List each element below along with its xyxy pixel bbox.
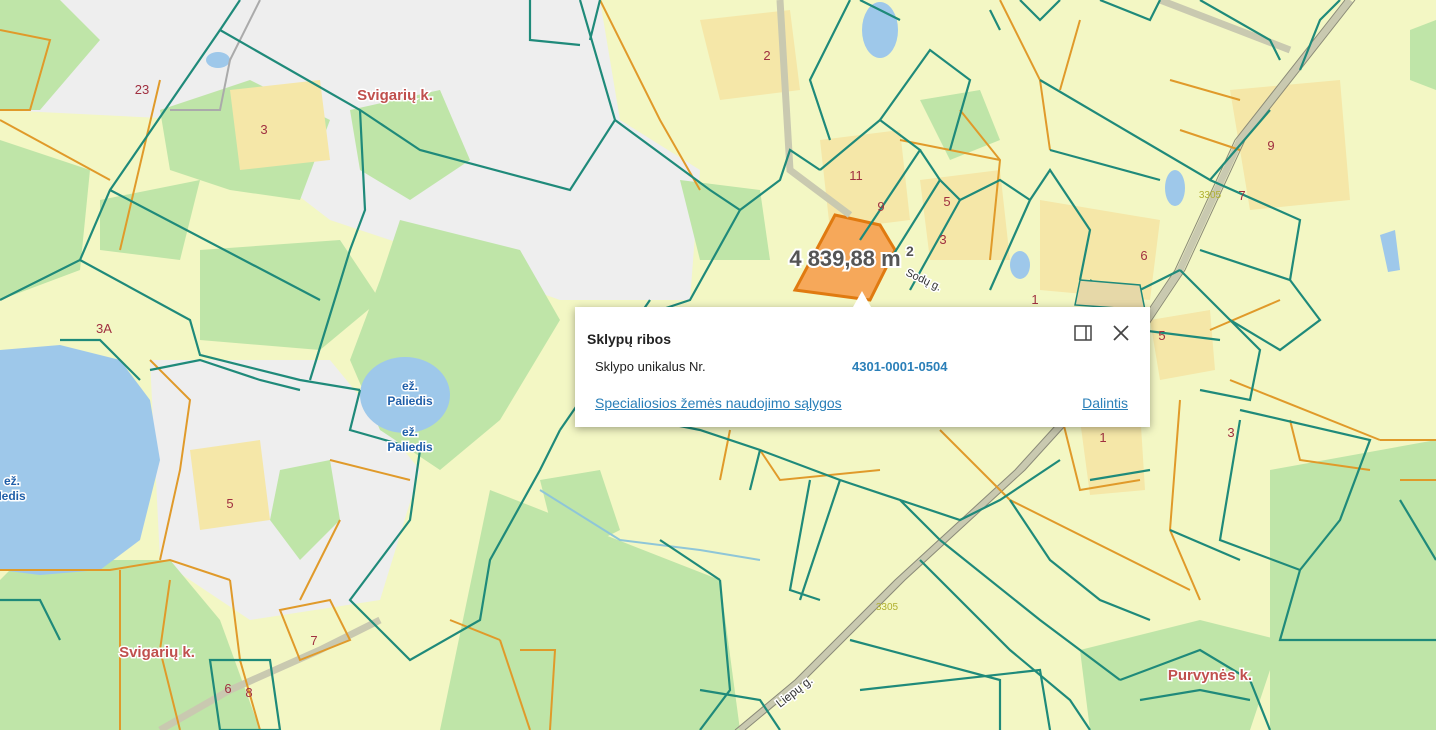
house-number: 6 xyxy=(1140,248,1147,263)
house-number: 3 xyxy=(939,232,946,247)
village-label: Svigarių k. xyxy=(119,644,195,661)
house-number: 3 xyxy=(1227,425,1234,440)
house-number: 7 xyxy=(310,633,317,648)
house-number: 9 xyxy=(877,199,884,214)
lake-label-line1: ež. xyxy=(4,474,20,488)
house-number: 11 xyxy=(849,168,863,183)
house-number: 23 xyxy=(135,82,149,97)
area-label: 4 839,88 m xyxy=(789,246,900,271)
special-land-use-link[interactable]: Specialiosios žemės naudojimo sąlygos xyxy=(595,395,842,411)
dock-panel-icon[interactable] xyxy=(1073,323,1093,343)
area-unit-superscript: 2 xyxy=(906,243,914,259)
hatched-parcel[interactable] xyxy=(1074,279,1146,311)
lake-label-line1: ež. xyxy=(402,379,418,393)
house-number: 1 xyxy=(1099,430,1106,445)
parcel-id-value: 4301-0001-0504 xyxy=(852,359,948,374)
close-icon[interactable] xyxy=(1111,323,1131,343)
house-number: 1 xyxy=(1031,292,1038,307)
house-number: 3 xyxy=(260,122,267,137)
house-number: 5 xyxy=(226,496,233,511)
house-number: 5 xyxy=(1158,328,1165,343)
village-label: Purvynės k. xyxy=(1168,667,1252,684)
house-number: 8 xyxy=(245,685,252,700)
parcel-id-label: Sklypo unikalus Nr. xyxy=(595,359,706,374)
popup-pointer xyxy=(853,291,871,307)
share-link[interactable]: Dalintis xyxy=(1082,395,1128,411)
lake-label-line2: Paliedis xyxy=(387,394,433,408)
house-number: 3A xyxy=(96,321,112,336)
house-number: 6 xyxy=(224,681,231,696)
road-number: 3305 xyxy=(876,602,899,613)
lake-label-line1: ež. xyxy=(402,425,418,439)
lake-label-line2: Iedis xyxy=(0,489,26,503)
house-number: 5 xyxy=(943,194,950,209)
house-number: 2 xyxy=(763,48,770,63)
popup-title: Sklypų ribos xyxy=(587,331,672,347)
house-number: 7 xyxy=(1238,188,1245,203)
house-number: 9 xyxy=(1267,138,1274,153)
village-label: Svigarių k. xyxy=(357,87,433,104)
lake-label-line2: Paliedis xyxy=(387,440,433,454)
road-number: 3305 xyxy=(1199,190,1222,201)
parcel-info-popup: Sklypų ribos Sklypo unikalus Nr. 4301-00… xyxy=(575,291,1150,427)
